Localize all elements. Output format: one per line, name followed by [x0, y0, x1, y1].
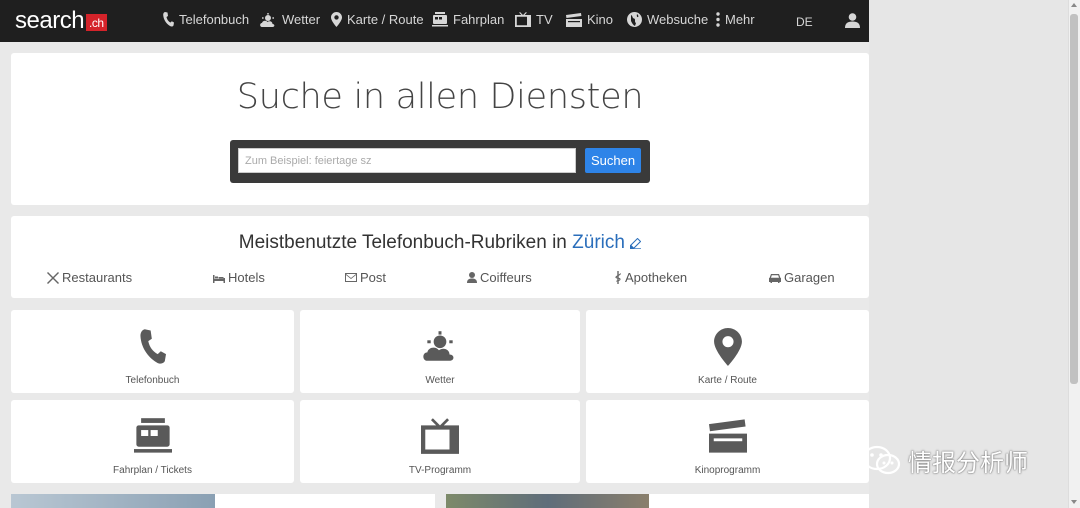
search-form: Suchen — [230, 140, 650, 183]
city-link[interactable]: Zürich — [572, 232, 625, 253]
tv-icon — [421, 418, 459, 454]
category-coiffeurs[interactable]: Coiffeurs — [467, 270, 532, 285]
edit-pencil-icon[interactable] — [630, 237, 642, 249]
watermark: 情报分析师 — [862, 443, 1028, 478]
tv-icon — [515, 12, 531, 27]
wechat-icon — [862, 445, 901, 474]
nav-label: Websuche — [647, 12, 709, 27]
category-label: Post — [360, 270, 387, 285]
category-label: Garagen — [784, 270, 835, 285]
nav-fahrplan[interactable]: Fahrplan — [432, 12, 504, 27]
promo-card-2[interactable] — [649, 494, 869, 508]
nav-label: Fahrplan — [453, 12, 505, 27]
logo-badge: .ch — [86, 14, 107, 31]
envelope-icon — [345, 273, 357, 282]
promo-image-1[interactable] — [11, 494, 215, 508]
page: search .ch Telefonbuch Wetter Karte / Rou… — [0, 0, 869, 508]
scrollbar-thumb[interactable] — [1070, 14, 1078, 384]
hero-search-card: Suche in allen Diensten Suchen — [11, 53, 869, 205]
cutlery-icon — [47, 271, 59, 284]
promo-image-2[interactable] — [446, 494, 649, 508]
train-icon — [432, 12, 448, 27]
category-label: Restaurants — [62, 270, 133, 285]
tile-label: Telefonbuch — [125, 375, 180, 386]
tile-label: Kinoprogramm — [694, 465, 761, 476]
search-ch-logo[interactable]: search .ch — [15, 7, 107, 35]
category-label: Apotheken — [625, 270, 688, 285]
nav-websuche[interactable]: Websuche — [627, 12, 708, 27]
category-apotheken[interactable]: Apotheken — [614, 270, 687, 285]
car-icon — [769, 273, 781, 283]
phone-icon — [163, 12, 174, 27]
language-selector[interactable]: DE — [796, 15, 813, 29]
scroll-up-arrow-icon[interactable] — [1071, 3, 1077, 7]
map-pin-icon — [713, 328, 742, 366]
promo-card-1[interactable] — [215, 494, 435, 508]
tile-wetter[interactable]: Wetter — [300, 310, 580, 393]
weather-icon — [423, 331, 454, 361]
nav-tv[interactable]: TV — [515, 12, 553, 27]
tile-kinoprogramm[interactable]: Kinoprogramm — [586, 400, 869, 483]
nav-label: Kino — [587, 12, 614, 27]
categories-title: Meistbenutzte Telefonbuch-Rubriken in Zü… — [11, 232, 869, 254]
clapper-icon — [708, 419, 747, 453]
category-garagen[interactable]: Garagen — [769, 270, 835, 285]
nav-telefonbuch[interactable]: Telefonbuch — [163, 12, 249, 27]
tile-fahrplan-tickets[interactable]: Fahrplan / Tickets — [11, 400, 294, 483]
globe-icon — [627, 12, 642, 27]
nav-mehr[interactable]: Mehr — [716, 12, 755, 27]
nav-wetter[interactable]: Wetter — [259, 12, 320, 27]
nav-kino[interactable]: Kino — [566, 12, 613, 27]
bed-icon — [213, 274, 225, 283]
nav-label: TV — [536, 12, 553, 27]
weather-icon — [260, 12, 275, 27]
category-label: Coiffeurs — [480, 270, 532, 285]
scroll-down-arrow-icon[interactable] — [1071, 500, 1077, 504]
category-restaurants[interactable]: Restaurants — [47, 270, 132, 285]
phone-icon — [139, 329, 166, 364]
user-icon — [845, 13, 860, 28]
tile-label: Wetter — [425, 375, 455, 386]
tile-label: Fahrplan / Tickets — [113, 465, 192, 476]
map-pin-icon — [331, 12, 342, 27]
pharmacy-icon — [615, 271, 621, 284]
categories-title-text: Meistbenutzte Telefonbuch-Rubriken in — [238, 232, 573, 253]
train-icon — [133, 418, 172, 453]
nav-label: Karte / Route — [347, 12, 424, 27]
tile-label: TV-Programm — [408, 465, 472, 476]
category-hotels[interactable]: Hotels — [213, 270, 265, 285]
top-navbar: search .ch Telefonbuch Wetter Karte / Rou… — [0, 0, 869, 42]
person-icon — [467, 272, 477, 283]
logo-text: search — [15, 7, 85, 34]
tile-label: Karte / Route — [698, 375, 757, 386]
search-input[interactable] — [238, 148, 576, 173]
tile-tv-programm[interactable]: TV-Programm — [300, 400, 580, 483]
watermark-text: 情报分析师 — [908, 449, 1028, 477]
category-post[interactable]: Post — [345, 270, 386, 285]
search-button[interactable]: Suchen — [585, 148, 641, 173]
page-title: Suche in allen Diensten — [236, 77, 644, 117]
more-icon — [716, 12, 720, 27]
clapper-icon — [566, 12, 582, 27]
nav-karte-route[interactable]: Karte / Route — [331, 12, 424, 27]
category-label: Hotels — [228, 270, 265, 285]
nav-label: Mehr — [725, 12, 755, 27]
user-account-button[interactable] — [845, 13, 860, 33]
tile-telefonbuch[interactable]: Telefonbuch — [11, 310, 294, 393]
nav-label: Telefonbuch — [179, 12, 250, 27]
nav-label: Wetter — [282, 12, 321, 27]
tile-karte-route[interactable]: Karte / Route — [586, 310, 869, 393]
popular-categories-card: Meistbenutzte Telefonbuch-Rubriken in Zü… — [11, 216, 869, 298]
